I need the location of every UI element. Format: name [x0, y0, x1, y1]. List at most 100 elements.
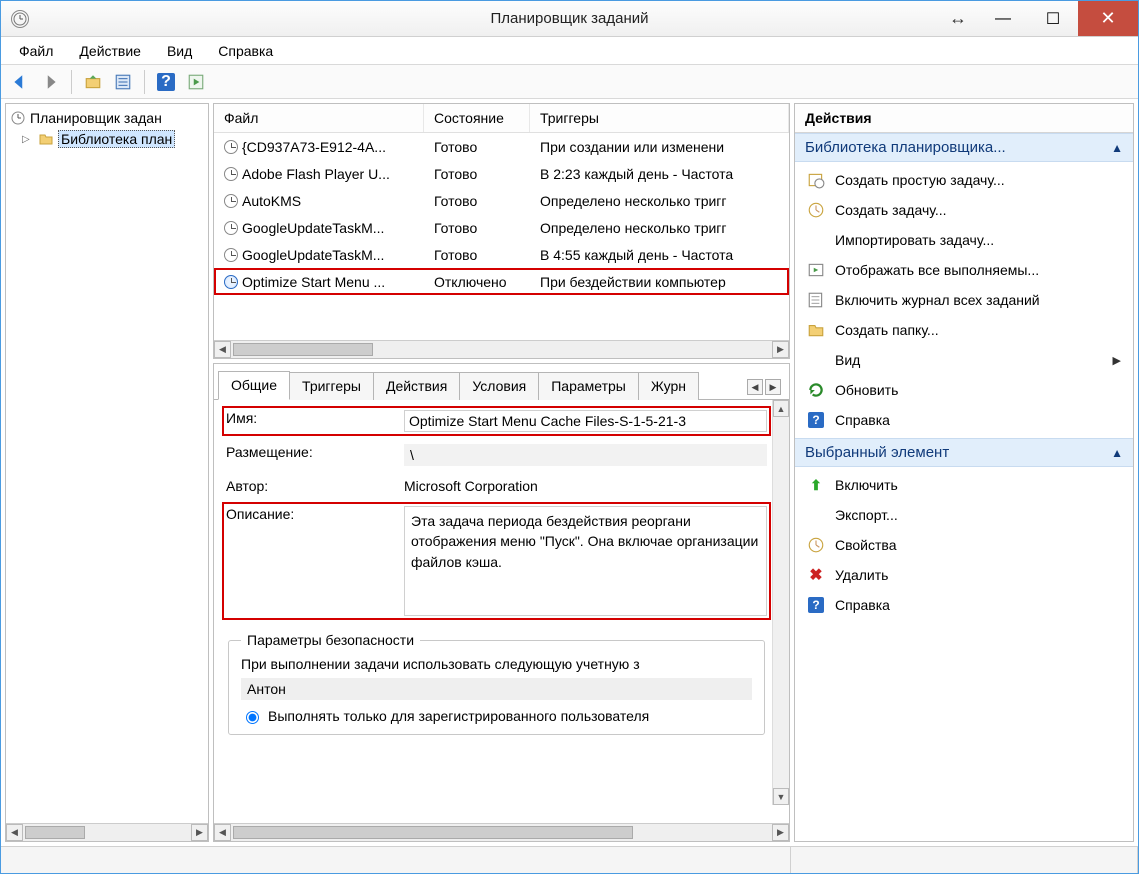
value-name[interactable]: Optimize Start Menu Cache Files-S-1-5-21… [404, 410, 767, 432]
label-description: Описание: [226, 506, 404, 616]
tab-scroll-left[interactable]: ◀ [747, 379, 763, 395]
expand-icon[interactable]: ▷ [22, 134, 34, 145]
col-trigger[interactable]: Триггеры [530, 104, 789, 132]
row-description: Описание: Эта задача периода бездействия… [226, 506, 767, 616]
tree-hscroll[interactable]: ◀ ▶ [6, 823, 208, 841]
chevron-right-icon: ▶ [1113, 354, 1121, 367]
move-icon[interactable]: ↔ [938, 1, 978, 36]
minimize-button[interactable]: — [978, 1, 1028, 36]
forward-button[interactable] [37, 69, 63, 95]
radio-loggedon[interactable]: Выполнять только для зарегистрированного… [241, 708, 752, 724]
task-row[interactable]: Optimize Start Menu ...ОтключеноПри безд… [214, 268, 789, 295]
tasklist-hscroll[interactable]: ◀ ▶ [214, 340, 789, 358]
menu-help[interactable]: Справка [206, 39, 285, 63]
action-group-library[interactable]: Библиотека планировщика... ▲ [795, 133, 1133, 162]
delete-icon: ✖ [807, 566, 825, 584]
row-location: Размещение: \ [226, 444, 767, 466]
running-icon [807, 261, 825, 279]
col-state[interactable]: Состояние [424, 104, 530, 132]
task-row[interactable]: Adobe Flash Player U...ГотовоВ 2:23 кажд… [214, 160, 789, 187]
task-trigger: В 4:55 каждый день - Частота [530, 247, 789, 263]
task-name: AutoKMS [242, 193, 301, 209]
middle-panel: Файл Состояние Триггеры {CD937A73-E912-4… [213, 103, 790, 842]
action-enable[interactable]: ⬆ Включить [795, 470, 1133, 500]
tab-actions[interactable]: Действия [373, 372, 460, 400]
back-button[interactable] [7, 69, 33, 95]
properties-button[interactable] [110, 69, 136, 95]
action-group-selected-label: Выбранный элемент [805, 444, 949, 461]
task-row[interactable]: AutoKMSГотовоОпределено несколько тригг [214, 187, 789, 214]
label-author: Автор: [226, 478, 404, 494]
action-enable-history[interactable]: Включить журнал всех заданий [795, 285, 1133, 315]
new-folder-icon [807, 321, 825, 339]
task-row[interactable]: GoogleUpdateTaskM... ГотовоВ 4:55 каждый … [214, 241, 789, 268]
maximize-button[interactable]: ☐ [1028, 1, 1078, 36]
import-icon [807, 231, 825, 249]
action-delete[interactable]: ✖ Удалить [795, 560, 1133, 590]
details-vscroll[interactable]: ▲ ▼ [772, 400, 789, 805]
action-group-selected[interactable]: Выбранный элемент ▲ [795, 438, 1133, 467]
action-view[interactable]: Вид ▶ [795, 345, 1133, 375]
menu-view[interactable]: Вид [155, 39, 204, 63]
up-folder-button[interactable] [80, 69, 106, 95]
tabs: Общие Триггеры Действия Условия Параметр… [214, 364, 789, 400]
tab-scroll-right[interactable]: ▶ [765, 379, 781, 395]
refresh-icon [807, 381, 825, 399]
tab-conditions[interactable]: Условия [459, 372, 539, 400]
value-description[interactable]: Эта задача периода бездействия реоргани … [404, 506, 767, 616]
action-create-basic[interactable]: Создать простую задачу... [795, 165, 1133, 195]
tree-root-label: Планировщик задан [30, 110, 162, 126]
actions-header: Действия [795, 104, 1133, 133]
action-help-2[interactable]: ? Справка [795, 590, 1133, 620]
task-name: Optimize Start Menu ... [242, 274, 385, 290]
task-name: GoogleUpdateTaskM... [242, 247, 384, 263]
action-create-task[interactable]: Создать задачу... [795, 195, 1133, 225]
task-trigger: При создании или изменени [530, 139, 789, 155]
run-button[interactable] [183, 69, 209, 95]
task-state: Готово [424, 193, 530, 209]
menu-file[interactable]: Файл [7, 39, 65, 63]
task-state: Готово [424, 166, 530, 182]
clock-icon [224, 194, 238, 208]
collapse-icon[interactable]: ▲ [1111, 141, 1123, 155]
tree-library[interactable]: ▷ Библиотека план [8, 128, 206, 150]
tree-library-label: Библиотека план [58, 130, 175, 148]
action-refresh[interactable]: Обновить [795, 375, 1133, 405]
clock-icon [224, 275, 238, 289]
tab-triggers[interactable]: Триггеры [289, 372, 374, 400]
tab-log[interactable]: Журн [638, 372, 699, 400]
help-button[interactable]: ? [153, 69, 179, 95]
action-properties[interactable]: Свойства [795, 530, 1133, 560]
close-button[interactable]: ✕ [1078, 1, 1138, 36]
tree-root[interactable]: Планировщик задан [8, 108, 206, 128]
view-icon [807, 351, 825, 369]
action-help[interactable]: ? Справка [795, 405, 1133, 435]
details-hscroll[interactable]: ◀ ▶ [214, 823, 789, 841]
task-row[interactable]: GoogleUpdateTaskM...ГотовоОпределено нес… [214, 214, 789, 241]
radio-loggedon-input[interactable] [246, 711, 259, 724]
action-show-running[interactable]: Отображать все выполняемы... [795, 255, 1133, 285]
action-import[interactable]: Импортировать задачу... [795, 225, 1133, 255]
scheduler-icon [10, 110, 26, 126]
label-location: Размещение: [226, 444, 404, 460]
clock-icon [224, 140, 238, 154]
tab-general[interactable]: Общие [218, 371, 290, 400]
actions-panel: Действия Библиотека планировщика... ▲ Со… [794, 103, 1134, 842]
menu-action[interactable]: Действие [67, 39, 153, 63]
folder-icon [38, 131, 54, 147]
task-row[interactable]: {CD937A73-E912-4A...ГотовоПри создании и… [214, 133, 789, 160]
tree-panel: Планировщик задан ▷ Библиотека план ◀ ▶ [5, 103, 209, 842]
security-legend: Параметры безопасности [241, 632, 420, 648]
collapse-icon-2[interactable]: ▲ [1111, 446, 1123, 460]
security-text: При выполнении задачи использовать следу… [241, 656, 752, 672]
menu-bar: Файл Действие Вид Справка [1, 37, 1138, 65]
task-state: Готово [424, 139, 530, 155]
value-author: Microsoft Corporation [404, 478, 767, 494]
col-file[interactable]: Файл [214, 104, 424, 132]
tab-settings[interactable]: Параметры [538, 372, 639, 400]
task-list: Файл Состояние Триггеры {CD937A73-E912-4… [213, 103, 790, 359]
task-state: Готово [424, 247, 530, 263]
action-export[interactable]: Экспорт... [795, 500, 1133, 530]
action-new-folder[interactable]: Создать папку... [795, 315, 1133, 345]
row-name: Имя: Optimize Start Menu Cache Files-S-1… [226, 410, 767, 432]
